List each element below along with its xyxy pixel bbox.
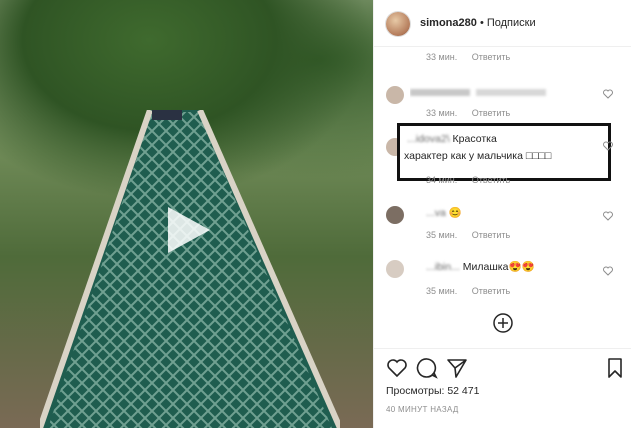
comment-username[interactable]: ...idova2\ [407,133,450,145]
comment-meta: 34 мин. Ответить [426,175,510,185]
reply-link[interactable]: Ответить [472,286,510,296]
play-icon[interactable] [160,203,214,257]
commenter-avatar[interactable] [386,206,404,224]
post-video[interactable] [0,0,373,428]
comment-text: ...idova2\ Красотка [407,132,497,146]
reply-link[interactable]: Ответить [472,230,510,240]
commenter-avatar[interactable] [386,260,404,278]
like-comment-icon[interactable] [603,266,613,276]
author-avatar[interactable] [386,12,410,36]
comment-meta: 33 мин. Ответить [426,52,510,62]
comment-emoji: 😊 [448,207,462,219]
heart-icon[interactable] [386,357,408,379]
share-icon[interactable] [446,357,468,379]
comment-line2: характер как у мальчика □□□□ [404,150,552,162]
comment-meta: 35 мин. Ответить [426,230,510,240]
comment-icon[interactable] [416,357,438,379]
instagram-post: simona280 • Подписки 33 мин. Ответить 33… [0,0,631,428]
comment-time: 35 мин. [426,230,458,240]
comment-time: 33 мин. [426,52,458,62]
bookmark-icon[interactable] [604,357,626,379]
follow-status[interactable]: • Подписки [480,17,536,29]
like-comment-icon[interactable] [603,141,613,151]
comment-text: ...va 😊 [426,206,462,220]
author-line: simona280 • Подписки [420,17,536,29]
add-comment-icon[interactable] [492,312,514,334]
reply-link[interactable]: Ответить [472,175,510,185]
comment-text: ...ibin... Милашка😍😍 [426,260,535,274]
slide-net [40,110,340,428]
comment-meta: 33 мин. Ответить [426,108,510,118]
comments-list: 33 мин. Ответить 33 мин. Ответить ...ido… [374,46,631,348]
like-comment-icon[interactable] [603,211,613,221]
reply-link[interactable]: Ответить [472,52,510,62]
reply-link[interactable]: Ответить [472,108,510,118]
author-username[interactable]: simona280 [420,17,477,29]
comment-time: 34 мин. [426,175,458,185]
comment-time: 33 мин. [426,108,458,118]
post-actions: Просмотры: 52 471 40 МИНУТ НАЗАД [374,348,631,429]
commenter-avatar[interactable] [386,86,404,104]
comment-time: 35 мин. [426,286,458,296]
blurred-comment [410,89,546,96]
comment-meta: 35 мин. Ответить [426,286,510,296]
post-timestamp: 40 МИНУТ НАЗАД [386,405,459,414]
post-sidebar: simona280 • Подписки 33 мин. Ответить 33… [373,0,631,428]
comment-username[interactable]: ...va [426,207,446,219]
views-count[interactable]: Просмотры: 52 471 [386,385,479,397]
comment-username[interactable]: ...ibin... [426,261,460,273]
comment-body: Милашка😍😍 [462,261,535,273]
comment-line1: Красотка [452,133,497,145]
like-comment-icon[interactable] [603,89,613,99]
post-header: simona280 • Подписки [374,0,631,47]
